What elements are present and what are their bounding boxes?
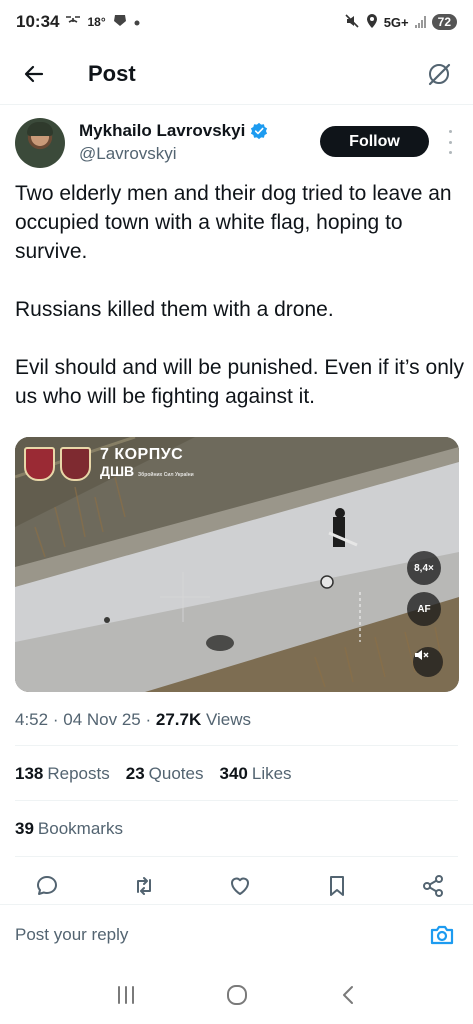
- reply-composer: [0, 904, 473, 964]
- likes-label: Likes: [251, 764, 292, 783]
- post-time: 4:52: [15, 710, 49, 729]
- like-button[interactable]: [223, 869, 257, 903]
- reposts-count: 138: [15, 764, 44, 783]
- bookmarks-label: Bookmarks: [37, 819, 123, 838]
- bookmarks-count: 39: [15, 819, 34, 838]
- likes-stat[interactable]: 340 Likes: [219, 764, 291, 784]
- home-button[interactable]: [217, 975, 257, 1015]
- divider: [15, 856, 458, 857]
- focus-indicator: AF: [407, 592, 441, 626]
- separator: ·: [52, 710, 59, 729]
- bookmark-icon: [329, 876, 344, 896]
- repost-button[interactable]: [127, 869, 161, 903]
- brand-top: 7 КОРПУС: [100, 446, 184, 463]
- chevron-left-icon: [342, 986, 353, 1004]
- status-bar: 10:34 18° 5G+ 72: [0, 0, 473, 44]
- volume-mute-icon: [415, 650, 429, 660]
- drone-icon: [65, 13, 81, 31]
- reply-button[interactable]: [30, 869, 64, 903]
- post-text: Two elderly men and their dog tried to l…: [15, 179, 465, 411]
- reposts-stat[interactable]: 138 Reposts: [15, 764, 110, 784]
- system-back-button[interactable]: [328, 975, 368, 1015]
- views-label: Views: [205, 710, 252, 729]
- system-nav-bar: [0, 966, 473, 1024]
- more-options-button[interactable]: [445, 130, 455, 154]
- recents-button[interactable]: [106, 975, 146, 1015]
- recents-icon: [117, 986, 134, 1004]
- share-icon: [423, 875, 443, 897]
- camera-button[interactable]: [426, 919, 458, 951]
- mute-button[interactable]: [413, 647, 443, 677]
- mute-icon: [344, 13, 360, 32]
- share-button[interactable]: [416, 869, 450, 903]
- divider: [15, 745, 458, 746]
- shield-emblem-icon: [24, 447, 55, 481]
- grok-icon: [428, 63, 451, 86]
- verified-badge-icon: [251, 122, 268, 140]
- brand-bottom: ДШВ: [100, 463, 135, 479]
- quotes-stat[interactable]: 23 Quotes: [126, 764, 204, 784]
- post-meta: 4:52 · 04 Nov 25 · 27.7K Views: [15, 710, 251, 730]
- bookmarks-stat[interactable]: 39 Bookmarks: [15, 819, 123, 839]
- reply-icon: [37, 876, 57, 895]
- post-paragraph: Evil should and will be punished. Even i…: [15, 356, 465, 408]
- reposts-label: Reposts: [47, 764, 110, 783]
- post-paragraph: Russians killed them with a drone.: [15, 298, 334, 321]
- home-icon: [226, 985, 247, 1005]
- back-button[interactable]: [14, 54, 54, 94]
- likes-count: 340: [219, 764, 248, 783]
- weather-icon: [112, 13, 128, 32]
- location-icon: [366, 13, 378, 32]
- quotes-label: Quotes: [148, 764, 204, 783]
- camera-icon: [430, 925, 454, 944]
- author-name[interactable]: Mykhailo Lavrovskyi: [79, 121, 245, 141]
- separator: ·: [145, 710, 152, 729]
- status-network: 5G+: [383, 14, 409, 30]
- bookmark-button[interactable]: [320, 869, 354, 903]
- brand-logo: [24, 447, 91, 481]
- post-date: 04 Nov 25: [63, 710, 141, 729]
- views-count: 27.7K: [155, 710, 202, 729]
- author-handle[interactable]: @Lavrovskyi: [79, 144, 268, 164]
- status-temperature: 18°: [87, 15, 106, 29]
- post-video[interactable]: 7 КОРПУС ДШВ Збройних Сил України 8,4× A…: [15, 437, 459, 692]
- zoom-indicator: 8,4×: [407, 551, 441, 585]
- grok-button[interactable]: [419, 54, 459, 94]
- post-paragraph: Two elderly men and their dog tried to l…: [15, 182, 452, 263]
- reply-input[interactable]: [15, 924, 426, 945]
- top-app-bar: Post: [0, 44, 473, 104]
- like-icon: [231, 877, 249, 895]
- quotes-count: 23: [125, 764, 145, 783]
- post-author: Mykhailo Lavrovskyi @Lavrovskyi Follow: [15, 118, 458, 174]
- brand-sub: Збройних Сил України: [138, 472, 194, 478]
- dot-icon: [134, 13, 140, 31]
- action-bar: [30, 869, 450, 903]
- status-time: 10:34: [16, 12, 60, 31]
- header-divider: [0, 104, 473, 105]
- arrow-left-icon: [24, 65, 44, 83]
- battery-icon: 72: [431, 14, 457, 30]
- follow-button[interactable]: Follow: [320, 126, 429, 157]
- engagement-stats: 138 Reposts 23 Quotes 340 Likes: [15, 764, 292, 784]
- video-watermark: 7 КОРПУС ДШВ Збройних Сил України: [100, 447, 194, 483]
- retweet-icon: [136, 877, 151, 895]
- divider: [15, 800, 458, 801]
- avatar[interactable]: [15, 118, 65, 168]
- shield-emblem-icon: [60, 447, 91, 481]
- page-title: Post: [88, 61, 136, 86]
- signal-icon: [414, 16, 426, 28]
